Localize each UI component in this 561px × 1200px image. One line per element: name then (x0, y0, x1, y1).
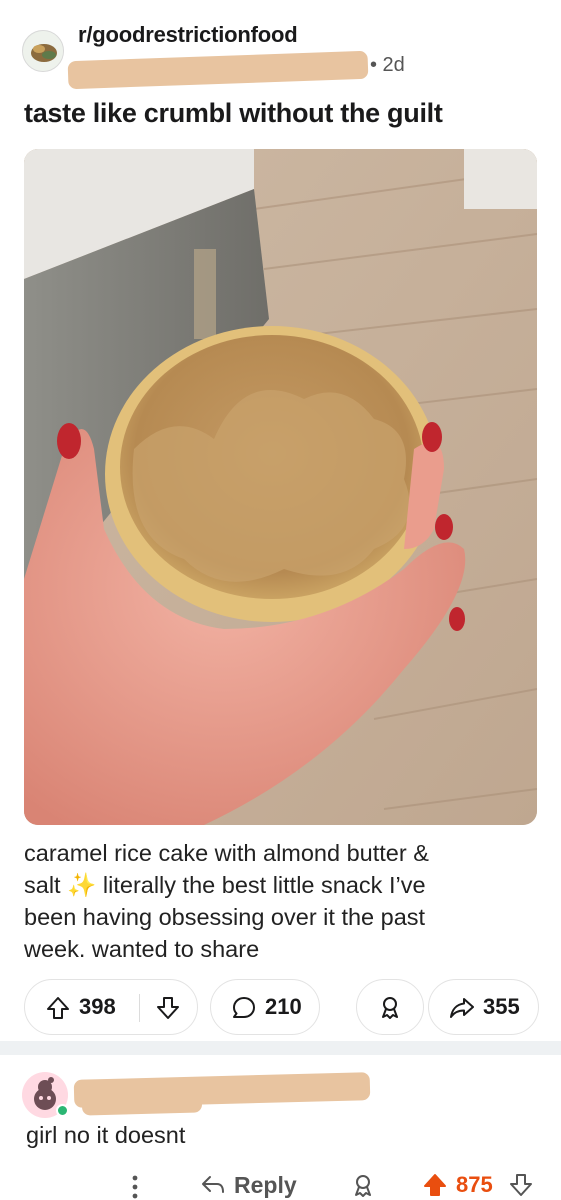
comment-icon (231, 995, 257, 1021)
rice-cake-photo (24, 149, 537, 825)
comment-score: 875 (456, 1172, 493, 1197)
share-count: 355 (483, 994, 520, 1019)
online-status-dot (56, 1104, 69, 1117)
body-text: literally the best little snack I’ve (96, 872, 426, 898)
body-line: salt ✨ literally the best little snack I… (24, 869, 539, 901)
comment-count: 210 (265, 994, 302, 1019)
body-line: week. wanted to share (24, 936, 260, 962)
vote-separator (139, 994, 140, 1022)
downvote-icon[interactable] (155, 995, 181, 1021)
post-action-bar: 398 210 355 (24, 979, 539, 1035)
post-image[interactable] (24, 149, 537, 825)
award-icon[interactable] (350, 1172, 376, 1198)
comment-text: girl no it doesnt (26, 1122, 186, 1148)
sparkle-icon: ✨ (67, 872, 97, 898)
upvote-count: 398 (79, 994, 116, 1019)
post-body: caramel rice cake with almond butter & s… (24, 837, 539, 965)
section-divider (0, 1041, 561, 1055)
reply-icon (202, 1176, 224, 1193)
comment: girl no it doesnt Reply 875 (22, 1062, 542, 1200)
award-icon (377, 994, 403, 1020)
redacted-meta (81, 1094, 203, 1116)
post-title[interactable]: taste like crumbl without the guilt (24, 98, 443, 129)
subreddit-name[interactable]: r/goodrestrictionfood (78, 22, 298, 48)
body-line: been having obsessing over it the past (24, 904, 426, 930)
body-line: caramel rice cake with almond butter & (24, 840, 429, 866)
subreddit-avatar-icon[interactable] (22, 30, 64, 72)
body-text: salt (24, 872, 68, 898)
post-header: r/goodrestrictionfood • 2d (22, 18, 542, 90)
upvote-icon[interactable] (45, 995, 71, 1021)
downvote-icon[interactable] (508, 1172, 534, 1198)
redacted-username (67, 50, 369, 90)
upvote-icon[interactable] (422, 1172, 448, 1198)
vote-pill: 398 (24, 979, 198, 1035)
comment-actions: Reply 875 (22, 1170, 542, 1200)
share-icon (449, 995, 475, 1021)
comment-button[interactable]: 210 (210, 979, 320, 1035)
post-age: • 2d (370, 54, 405, 76)
reply-button[interactable]: Reply (200, 1170, 297, 1200)
award-button[interactable] (356, 979, 424, 1035)
more-icon[interactable] (130, 1174, 140, 1200)
reply-label: Reply (234, 1171, 297, 1198)
share-button[interactable]: 355 (428, 979, 539, 1035)
